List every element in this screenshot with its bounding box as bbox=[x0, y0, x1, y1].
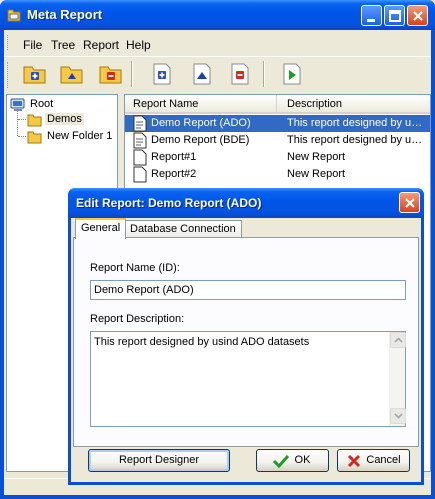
delete-report-icon bbox=[231, 63, 249, 85]
list-row[interactable]: Report#2 New Report bbox=[125, 166, 430, 183]
window-title: Meta Report bbox=[27, 7, 103, 22]
report-icon bbox=[133, 132, 147, 149]
run-report-icon bbox=[283, 63, 301, 85]
delete-folder-button[interactable] bbox=[97, 61, 125, 87]
tree-node-root[interactable]: Root bbox=[10, 97, 110, 113]
report-name: Demo Report (ADO) bbox=[151, 117, 251, 129]
close-icon bbox=[405, 198, 415, 208]
add-report-button[interactable] bbox=[148, 61, 176, 87]
report-icon bbox=[133, 166, 147, 183]
delete-folder-icon bbox=[99, 66, 122, 84]
app-icon bbox=[7, 9, 21, 22]
tree-connector bbox=[18, 136, 26, 137]
menu-report[interactable]: Report bbox=[83, 38, 119, 52]
vertical-scrollbar[interactable] bbox=[389, 332, 406, 426]
toolbar-separator bbox=[131, 61, 133, 87]
cancel-x-icon bbox=[347, 454, 361, 468]
delete-report-button[interactable] bbox=[226, 61, 254, 87]
checkmark-icon bbox=[272, 454, 290, 468]
report-description: This report designed by usind ADO datase… bbox=[287, 117, 427, 129]
tree-connector bbox=[17, 111, 27, 136]
tab-page-general: Report Name (ID): Demo Report (ADO) Repo… bbox=[73, 237, 419, 447]
dialog-title: Edit Report: Demo Report (ADO) bbox=[76, 196, 262, 210]
dialog-close-button[interactable] bbox=[399, 192, 420, 213]
report-designer-label: Report Designer bbox=[118, 454, 200, 466]
report-description: New Report bbox=[287, 151, 346, 163]
dialog-title-bar[interactable]: Edit Report: Demo Report (ADO) bbox=[68, 188, 424, 218]
title-bar[interactable]: Meta Report bbox=[0, 0, 435, 30]
list-row[interactable]: Report#1 New Report bbox=[125, 149, 430, 166]
edit-report-button[interactable] bbox=[188, 61, 216, 87]
report-designer-button[interactable]: Report Designer bbox=[88, 449, 230, 472]
ok-button[interactable]: OK bbox=[256, 449, 329, 472]
report-icon bbox=[133, 115, 147, 132]
close-icon bbox=[413, 11, 423, 21]
menu-file[interactable]: File bbox=[23, 38, 42, 52]
tab-general[interactable]: General bbox=[75, 218, 127, 239]
cancel-button[interactable]: Cancel bbox=[337, 449, 410, 472]
scroll-down-button[interactable] bbox=[390, 408, 406, 424]
list-header: Report Name Description bbox=[125, 95, 430, 114]
toolbar-separator bbox=[263, 61, 265, 87]
report-description-text: This report designed by usind ADO datase… bbox=[94, 336, 310, 348]
report-description: This report designed by usind BDE datase… bbox=[287, 134, 427, 146]
add-report-icon bbox=[153, 63, 171, 85]
run-report-button[interactable] bbox=[278, 61, 306, 87]
tree-node-demos[interactable]: Demos bbox=[27, 112, 117, 128]
report-name: Report#1 bbox=[151, 151, 197, 163]
tree-connector bbox=[18, 119, 26, 120]
maximize-button[interactable] bbox=[384, 5, 405, 26]
report-name-field[interactable]: Demo Report (ADO) bbox=[90, 280, 406, 300]
tree-node-label: Demos bbox=[45, 113, 84, 125]
computer-icon bbox=[10, 98, 25, 111]
chevron-up-icon bbox=[394, 337, 403, 343]
list-row[interactable]: Demo Report (BDE) This report designed b… bbox=[125, 132, 430, 149]
edit-report-icon bbox=[193, 63, 211, 85]
menu-bar: File Tree Report Help bbox=[4, 32, 431, 54]
edit-report-dialog: Edit Report: Demo Report (ADO) General D… bbox=[68, 188, 424, 485]
tab-database-connection[interactable]: Database Connection bbox=[124, 220, 242, 238]
list-row[interactable]: Demo Report (ADO) This report designed b… bbox=[125, 115, 430, 132]
report-description-label: Report Description: bbox=[90, 313, 185, 325]
add-folder-button[interactable] bbox=[21, 61, 49, 87]
maximize-icon bbox=[389, 10, 401, 22]
dialog-client-area: General Database Connection Report Name … bbox=[71, 218, 421, 482]
tree-node-new-folder-1[interactable]: New Folder 1 bbox=[27, 129, 117, 145]
menu-grip bbox=[7, 35, 10, 50]
report-description: New Report bbox=[287, 168, 346, 180]
column-header-report-name[interactable]: Report Name bbox=[125, 95, 277, 113]
toolbar-grip bbox=[7, 62, 10, 88]
toolbar bbox=[4, 56, 431, 90]
menu-tree[interactable]: Tree bbox=[51, 38, 75, 52]
report-name: Demo Report (BDE) bbox=[151, 134, 250, 146]
report-name-label: Report Name (ID): bbox=[90, 262, 180, 274]
column-header-description[interactable]: Description bbox=[279, 95, 430, 113]
menu-help[interactable]: Help bbox=[126, 38, 151, 52]
report-name: Report#2 bbox=[151, 168, 197, 180]
ok-label: OK bbox=[294, 454, 311, 466]
folder-icon bbox=[27, 131, 42, 144]
scroll-up-button[interactable] bbox=[390, 332, 406, 348]
folder-open-icon bbox=[27, 114, 42, 127]
edit-folder-icon bbox=[60, 66, 83, 84]
tree-node-label: New Folder 1 bbox=[47, 130, 113, 142]
chevron-down-icon bbox=[394, 413, 403, 419]
edit-folder-button[interactable] bbox=[58, 61, 86, 87]
cancel-label: Cancel bbox=[366, 454, 401, 466]
report-icon bbox=[133, 149, 147, 166]
add-folder-icon bbox=[23, 66, 46, 84]
tree-node-label: Root bbox=[30, 98, 54, 110]
report-description-field[interactable]: This report designed by usind ADO datase… bbox=[90, 331, 406, 427]
minimize-icon bbox=[367, 19, 375, 22]
minimize-button[interactable] bbox=[361, 5, 382, 26]
close-button[interactable] bbox=[407, 5, 428, 26]
